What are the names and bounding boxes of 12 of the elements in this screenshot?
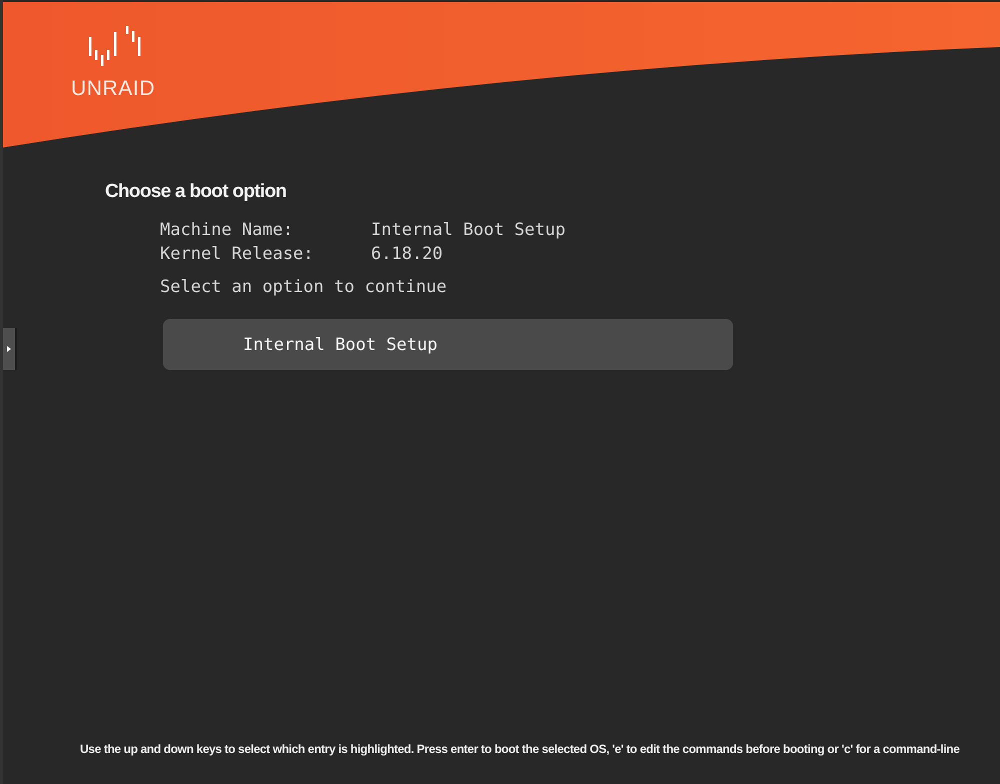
page-title: Choose a boot option	[105, 180, 286, 204]
info-label: Kernel Release:	[160, 243, 315, 266]
boot-menu-entry[interactable]: Internal Boot Setup	[163, 319, 733, 370]
info-label: Machine Name:	[160, 219, 294, 242]
info-value: 6.18.20	[371, 243, 443, 266]
triangle-right-icon	[7, 346, 11, 352]
prompt-text: Select an option to continue	[160, 276, 447, 299]
logo-icon	[89, 26, 141, 66]
logo-wordmark: UNRAID	[71, 77, 156, 101]
help-text: Use the up and down keys to select which entry is highlighted. Press enter to boot the selected OS, 'e' to edit the commands before booting or 'c' for a command-line	[80, 741, 960, 757]
info-value: Internal Boot Setup	[371, 219, 566, 242]
side-panel-handle[interactable]	[3, 328, 17, 370]
